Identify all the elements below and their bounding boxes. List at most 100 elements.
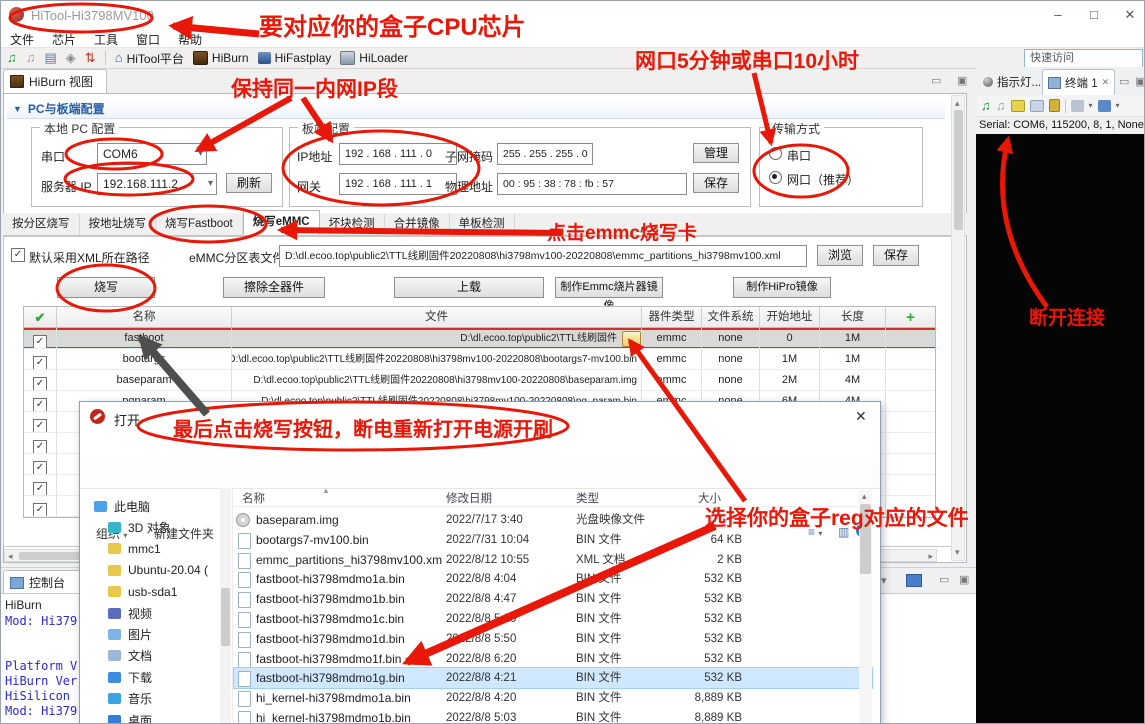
- burn-button[interactable]: 烧写: [57, 277, 155, 298]
- tab-indicator-lights[interactable]: 指示灯...: [978, 69, 1046, 95]
- row-checkbox[interactable]: ✓: [33, 335, 47, 349]
- minimize-button[interactable]: –: [1041, 1, 1075, 29]
- file-row[interactable]: fastboot-hi3798mdmo1b.bin2022/8/8 4:47BI…: [234, 589, 872, 609]
- sidebar-item-desktop[interactable]: 桌面: [108, 710, 152, 724]
- scroll-thumb[interactable]: [860, 504, 871, 574]
- file-list-scrollbar[interactable]: ▴: [859, 490, 872, 724]
- dialog-close-icon[interactable]: ✕: [855, 408, 867, 425]
- board-ip-input[interactable]: 192 . 168 . 111 . 0: [339, 143, 457, 165]
- row-checkbox[interactable]: ✓: [33, 356, 47, 370]
- settings-icon[interactable]: [1071, 100, 1084, 112]
- header-check[interactable]: ✔: [24, 307, 57, 328]
- file-row[interactable]: bootargs7-mv100.bin2022/7/31 10:04BIN 文件…: [234, 530, 872, 550]
- file-row[interactable]: fastboot-hi3798mdmo1f.bin2022/8/8 6:20BI…: [234, 649, 872, 669]
- sidebar-item-music[interactable]: 音乐: [108, 689, 152, 709]
- xml-path-checkbox[interactable]: ✓: [11, 248, 25, 262]
- chevron-down-icon[interactable]: ▾: [1116, 99, 1120, 113]
- scroll-left-icon[interactable]: ◂: [8, 551, 13, 562]
- refresh-button[interactable]: 刷新: [226, 173, 272, 193]
- row-checkbox[interactable]: ✓: [33, 440, 47, 454]
- chevron-down-icon[interactable]: ▾: [1089, 99, 1093, 113]
- tab-burn-fastboot[interactable]: 烧写Fastboot: [156, 214, 243, 235]
- config-icon[interactable]: ▤: [45, 51, 57, 65]
- open-console-icon[interactable]: [906, 574, 922, 587]
- browse-button[interactable]: 浏览: [817, 245, 863, 266]
- scroll-down-icon[interactable]: ▾: [955, 547, 960, 558]
- scroll-thumb[interactable]: [954, 110, 963, 230]
- toolbar-link-hitool[interactable]: ⌂ HiTool平台: [115, 50, 184, 67]
- server-ip-select[interactable]: 192.168.111.2 ▾: [97, 173, 217, 195]
- tab-burn-by-partition[interactable]: 按分区烧写: [3, 214, 80, 235]
- manage-button[interactable]: 管理: [693, 143, 739, 163]
- table-icon[interactable]: [1011, 100, 1025, 112]
- header-add[interactable]: +: [886, 307, 935, 328]
- file-row[interactable]: fastboot-hi3798mdmo1a.bin2022/8/8 4:04BI…: [234, 569, 872, 589]
- quick-access-input[interactable]: 快速访问: [1024, 49, 1143, 68]
- lock-icon[interactable]: [1049, 99, 1060, 112]
- header-filesystem[interactable]: 文件系统: [702, 307, 760, 328]
- minimize-view-icon[interactable]: ▭: [931, 74, 941, 87]
- radio-serial[interactable]: [769, 147, 782, 160]
- scroll-thumb[interactable]: [221, 588, 230, 646]
- close-button[interactable]: ✕: [1113, 1, 1145, 29]
- file-row[interactable]: fastboot-hi3798mdmo1g.bin2022/8/8 4:21BI…: [234, 668, 872, 688]
- chevron-down-icon[interactable]: ▾: [881, 574, 887, 587]
- upload-button[interactable]: 上载: [394, 277, 544, 298]
- sidebar-scrollbar[interactable]: [220, 488, 231, 724]
- tab-board-check[interactable]: 单板检测: [450, 214, 515, 235]
- tab-burn-emmc[interactable]: 烧写eMMC: [243, 210, 320, 235]
- maximize-view-icon[interactable]: ▣: [957, 74, 967, 87]
- file-row[interactable]: hi_kernel-hi3798mdmo1a.bin2022/8/8 4:20B…: [234, 688, 872, 708]
- minimize-console-icon[interactable]: ▭: [939, 573, 949, 586]
- file-row[interactable]: emmc_partitions_hi3798mv100.xml2022/8/12…: [234, 550, 872, 570]
- sidebar-item-mmc1[interactable]: mmc1: [108, 539, 161, 559]
- header-start-address[interactable]: 开始地址: [760, 307, 820, 328]
- maximize-panel-icon[interactable]: ▣: [1135, 75, 1145, 88]
- tab-terminal-1[interactable]: 终端 1 ✕: [1042, 69, 1115, 95]
- browse-file-icon[interactable]: [622, 331, 641, 347]
- file-row[interactable]: fastboot-hi3798mdmo1c.bin2022/8/8 5:20BI…: [234, 609, 872, 629]
- scroll-right-icon[interactable]: ▸: [928, 551, 933, 562]
- make-emmc-image-button[interactable]: 制作Emmc烧片器镜像: [555, 277, 663, 298]
- toolbar-link-hifastplay[interactable]: HiFastplay: [258, 51, 332, 65]
- toolbar-link-hiburn[interactable]: HiBurn: [193, 51, 249, 65]
- sidebar-item-documents[interactable]: 文档: [108, 646, 152, 666]
- maximize-console-icon[interactable]: ▣: [959, 573, 969, 586]
- row-checkbox[interactable]: ✓: [33, 503, 47, 517]
- scroll-up-icon[interactable]: ▴: [955, 98, 960, 109]
- disconnect-icon[interactable]: ♫: [26, 51, 36, 65]
- make-hipro-image-button[interactable]: 制作HiPro镜像: [733, 277, 831, 298]
- file-row[interactable]: baseparam.img2022/7/17 3:40光盘映像文件: [234, 510, 872, 530]
- subnet-mask-input[interactable]: 255 . 255 . 255 . 0: [497, 143, 593, 165]
- erase-all-button[interactable]: 擦除全器件: [223, 277, 325, 298]
- partition-table-path-input[interactable]: D:\dl.ecoo.top\public2\TTL线刷固件20220808\h…: [279, 245, 807, 267]
- header-length[interactable]: 长度: [820, 307, 886, 328]
- tab-burn-by-address[interactable]: 按地址烧写: [80, 214, 157, 235]
- tab-console[interactable]: 控制台: [3, 570, 81, 594]
- save-xml-button[interactable]: 保存: [873, 245, 919, 266]
- header-file[interactable]: 文件: [232, 307, 642, 328]
- serial-port-select[interactable]: COM6 ▾: [97, 143, 207, 165]
- remote-icon[interactable]: ◈: [66, 51, 76, 65]
- radio-network[interactable]: [769, 171, 782, 184]
- table-row[interactable]: ✓baseparamD:\dl.ecoo.top\public2\TTL线刷固件…: [24, 370, 935, 391]
- file-row[interactable]: fastboot-hi3798mdmo1d.bin2022/8/8 5:50BI…: [234, 629, 872, 649]
- terminal-screen[interactable]: [976, 134, 1145, 724]
- sidebar-item-videos[interactable]: 视频: [108, 603, 152, 623]
- copy-icon[interactable]: [1030, 100, 1044, 112]
- tab-badblock-check[interactable]: 坏块检测: [320, 214, 385, 235]
- sidebar-item-ubuntu[interactable]: Ubuntu-20.04 (: [108, 560, 208, 580]
- row-checkbox[interactable]: ✓: [33, 377, 47, 391]
- sidebar-item-usb-sda1[interactable]: usb-sda1: [108, 582, 177, 602]
- row-checkbox[interactable]: ✓: [33, 419, 47, 433]
- maximize-button[interactable]: □: [1077, 1, 1111, 29]
- toolbar-link-hiloader[interactable]: HiLoader: [340, 51, 408, 65]
- table-row[interactable]: ✓fastbootD:\dl.ecoo.top\public2\TTL线刷固件e…: [24, 328, 935, 349]
- row-checkbox[interactable]: ✓: [33, 398, 47, 412]
- save-board-button[interactable]: 保存: [693, 173, 739, 193]
- row-checkbox[interactable]: ✓: [33, 482, 47, 496]
- table-row[interactable]: ✓bootargsD:\dl.ecoo.top\public2\TTL线刷固件2…: [24, 349, 935, 370]
- sidebar-item-this-pc[interactable]: 此电脑: [94, 496, 150, 516]
- minimize-panel-icon[interactable]: ▭: [1119, 75, 1129, 88]
- terminal-connect-icon[interactable]: ♫: [981, 99, 991, 113]
